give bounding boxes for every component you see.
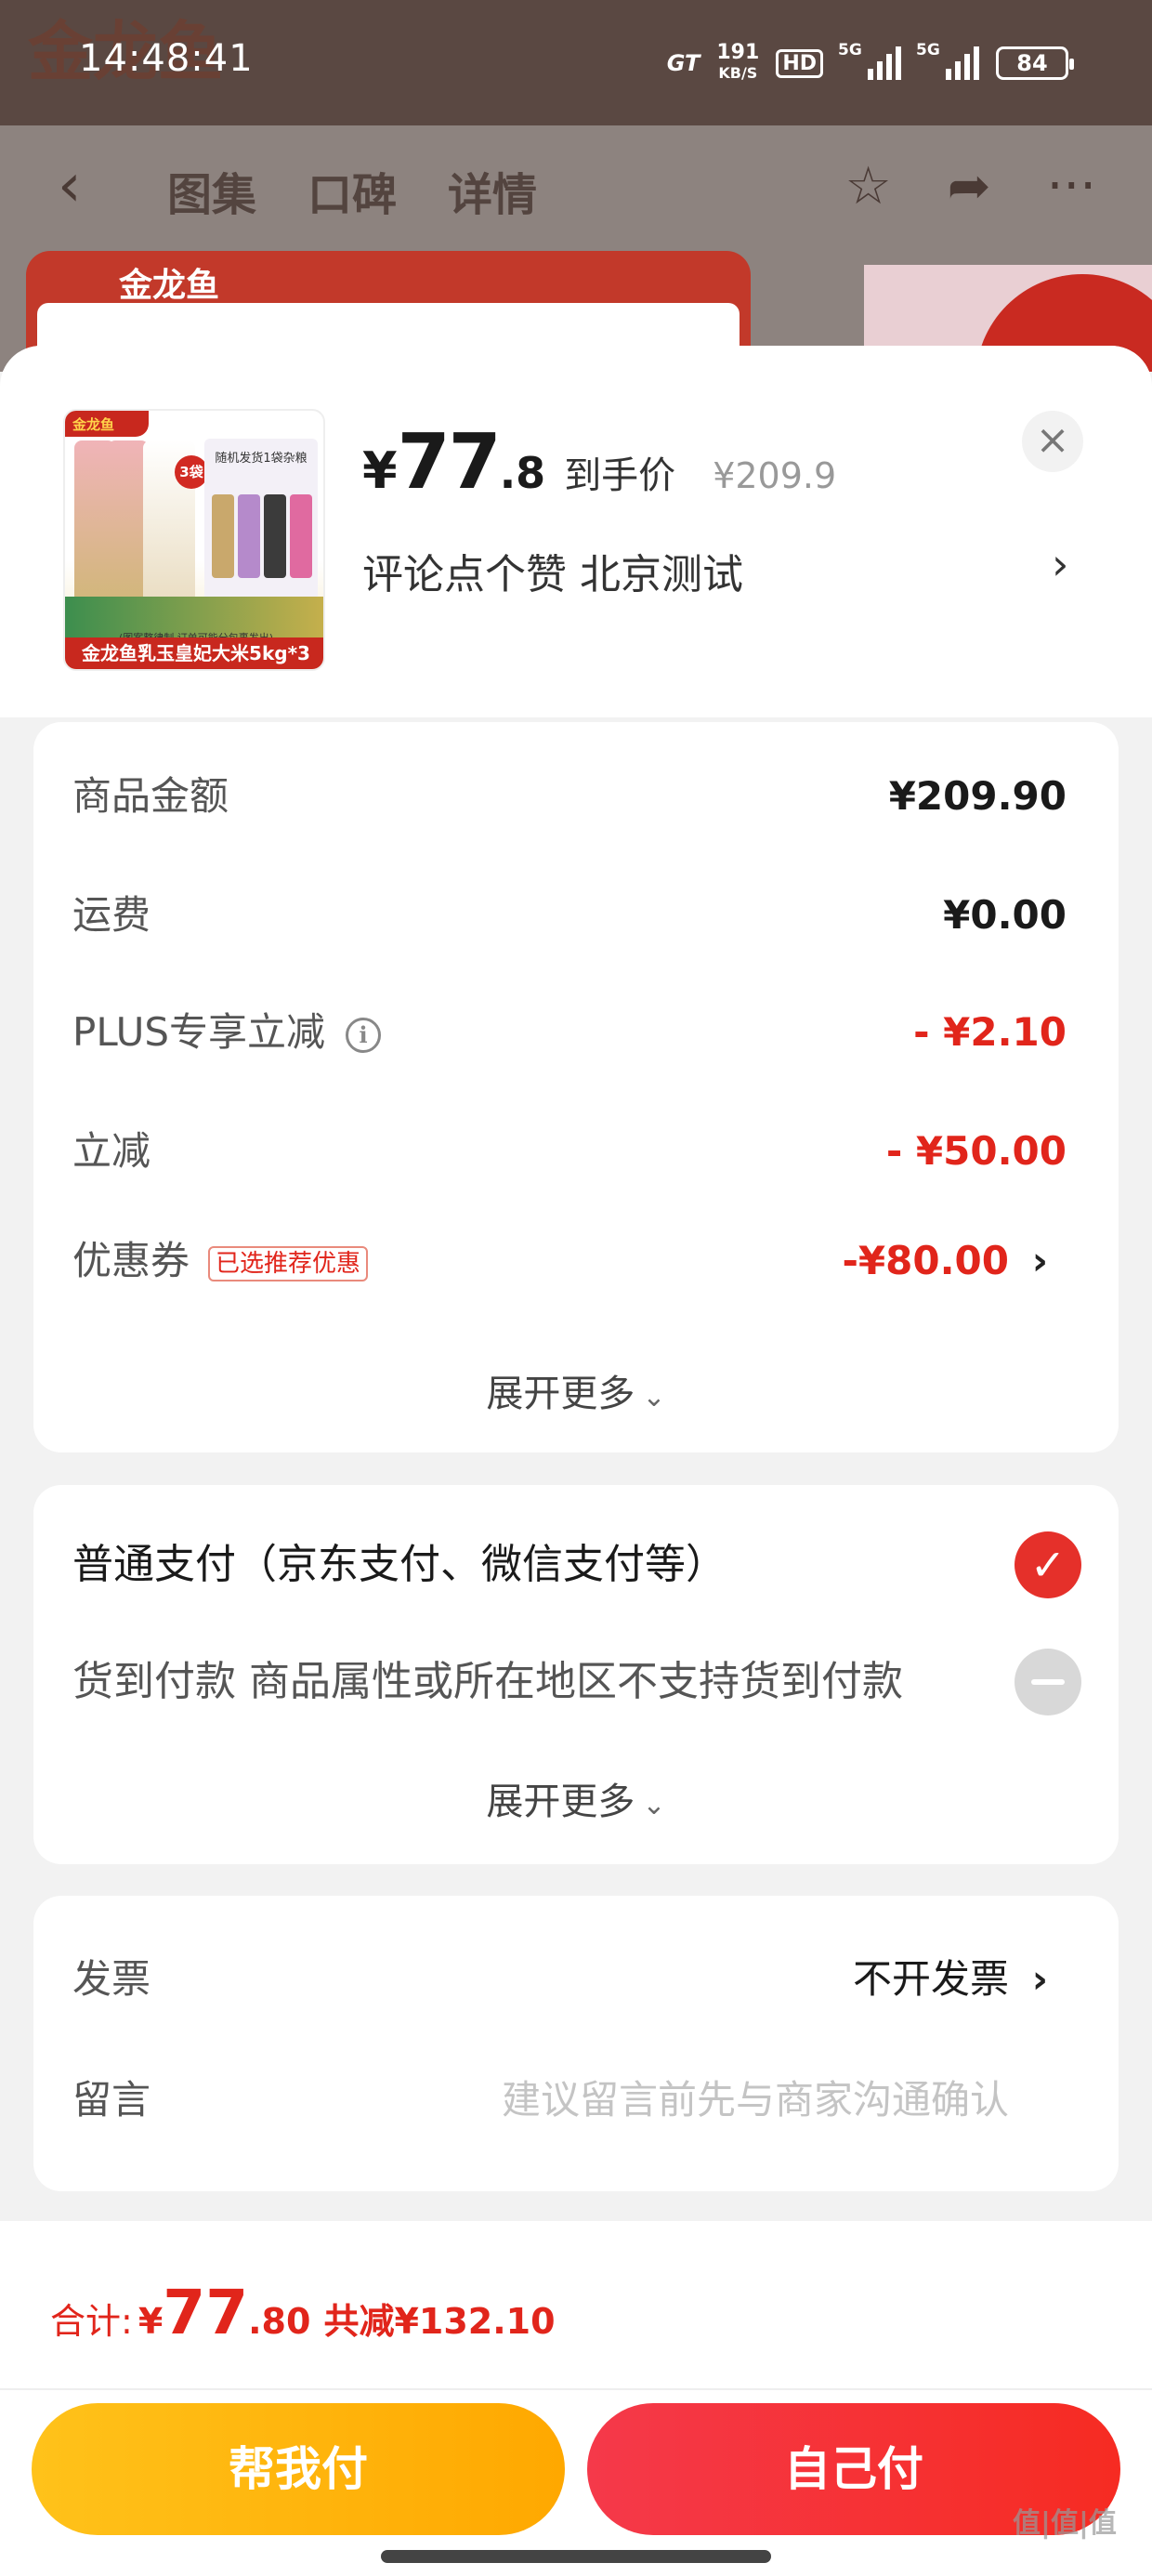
expand-more-fees[interactable]: 展开更多 ⌄ [33, 1363, 1119, 1417]
total-symbol: ¥ [137, 2301, 164, 2342]
home-indicator[interactable] [381, 2550, 771, 2563]
total-label: 合计: [50, 2301, 133, 2342]
nav-actions: ☆ ➦ ··· [844, 156, 1096, 217]
signal-1-label: 5G [838, 41, 862, 59]
message-row[interactable]: 留言 建议留言前先与商家沟通确认 [72, 2072, 1067, 2128]
price-symbol: ¥ [362, 441, 398, 500]
order-extras-card: 发票 不开发票 › 留言 建议留言前先与商家沟通确认 [33, 1896, 1119, 2191]
product-thumbnail[interactable]: 金龙鱼 3袋 随机发货1袋杂粮 (图案整律制 订单可能分包裹发出) 金龙鱼乳玉皇… [63, 409, 325, 671]
shipping-row: 运费 ¥0.00 [72, 887, 1067, 943]
close-button[interactable]: × [1022, 411, 1083, 472]
status-icons: GT 191 KB/S HD 5G 5G 84 [666, 41, 1074, 84]
thumb-caption: 金龙鱼乳玉皇妃大米5kg*3 [65, 637, 323, 669]
background-page: 金龙鱼 ‹ 图集 口碑 详情 ☆ ➦ ··· 金龙鱼 14:48:41 GT 1… [0, 0, 1152, 372]
carrier-mark: GT [666, 50, 700, 76]
payment-method-card: 普通支付（京东支付、微信支付等） ✓ 货到付款 商品属性或所在地区不支持货到付款… [33, 1485, 1119, 1864]
order-total: 合计: ¥ 77 .80 共减¥132.10 [50, 2277, 556, 2348]
thumb-brand: 金龙鱼 [65, 411, 149, 437]
info-icon[interactable]: i [346, 1017, 382, 1053]
product-nav-bar: ‹ 图集 口碑 详情 ☆ ➦ ··· [0, 149, 1152, 223]
footer-divider [0, 2388, 1152, 2390]
signal-2-label: 5G [916, 41, 940, 59]
shipping-label: 运费 [72, 892, 151, 938]
price-integer: 77 [397, 418, 502, 506]
instant-discount-value: - ¥50.00 [885, 1128, 1067, 1174]
checkout-sheet: 金龙鱼 3袋 随机发货1袋杂粮 (图案整律制 订单可能分包裹发出) 金龙鱼乳玉皇… [0, 346, 1152, 2576]
network-speed-value: 191 [716, 41, 760, 64]
instant-discount-row: 立减 - ¥50.00 [72, 1124, 1067, 1179]
status-time: 14:48:41 [79, 37, 254, 80]
coupon-value: -¥80.00 [842, 1238, 1009, 1283]
cod-payment-option: 货到付款 商品属性或所在地区不支持货到付款 [72, 1658, 903, 1705]
chevron-right-icon: › [1031, 1956, 1048, 2002]
close-icon: × [1035, 416, 1070, 464]
background-product-brand: 金龙鱼 [119, 267, 220, 305]
network-speed-unit: KB/S [718, 64, 758, 82]
thumb-badge: 3袋 [175, 455, 208, 489]
status-bar: 14:48:41 GT 191 KB/S HD 5G 5G 84 [0, 37, 1152, 102]
help-pay-button[interactable]: 帮我付 [32, 2403, 565, 2535]
price-breakdown-card: 商品金额 ¥209.90 运费 ¥0.00 PLUS专享立减 i - ¥2.10 … [33, 722, 1119, 1452]
total-saved: 共减¥132.10 [323, 2301, 556, 2342]
checked-icon[interactable]: ✓ [1015, 1531, 1081, 1598]
product-spec[interactable]: 评论点个赞 北京测试 [362, 541, 1087, 600]
coupon-tag: 已选推荐优惠 [208, 1245, 369, 1281]
final-price: ¥ 77 .8 到手价 ¥209.9 [362, 418, 836, 506]
favorite-star-icon[interactable]: ☆ [844, 156, 891, 217]
total-decimal: .80 [248, 2301, 311, 2342]
coupon-row[interactable]: 优惠券 已选推荐优惠 -¥80.00 › [72, 1233, 1067, 1289]
watermark: 值|值|值 [1013, 2507, 1117, 2540]
chevron-right-icon[interactable]: › [1052, 539, 1068, 589]
more-dots-icon[interactable]: ··· [1047, 156, 1096, 217]
plus-discount-label: PLUS专享立减 [72, 1009, 326, 1055]
checkout-footer: 合计: ¥ 77 .80 共减¥132.10 帮我付 自己付 值|值|值 [0, 2221, 1152, 2576]
signal-icon-2: 5G [916, 41, 979, 80]
product-summary: 金龙鱼 3袋 随机发货1袋杂粮 (图案整律制 订单可能分包裹发出) 金龙鱼乳玉皇… [0, 346, 1152, 717]
thumb-box-text: 随机发货1袋杂粮 [215, 452, 308, 466]
battery-icon: 84 [996, 46, 1074, 80]
expand-more-label: 展开更多 [486, 1373, 635, 1415]
tab-details[interactable]: 详情 [448, 158, 537, 223]
plus-discount-value: - ¥2.10 [913, 1009, 1067, 1055]
price-label: 到手价 [564, 454, 676, 497]
goods-amount-row: 商品金额 ¥209.90 [72, 769, 1067, 824]
goods-amount-value: ¥209.90 [888, 773, 1067, 819]
chevron-right-icon: › [1031, 1238, 1048, 1283]
expand-more-label: 展开更多 [486, 1781, 635, 1823]
total-integer: 77 [163, 2277, 249, 2348]
back-arrow-icon[interactable]: ‹ [58, 149, 82, 223]
message-label: 留言 [72, 2077, 151, 2123]
disabled-icon [1015, 1649, 1081, 1715]
share-icon[interactable]: ➦ [948, 156, 991, 217]
price-decimal: .8 [499, 448, 546, 498]
invoice-row[interactable]: 发票 不开发票 › [72, 1952, 1067, 2007]
original-price: ¥209.9 [713, 455, 837, 496]
product-tabs: 图集 口碑 详情 [167, 158, 537, 223]
chevron-down-icon: ⌄ [642, 1789, 666, 1821]
instant-discount-label: 立减 [72, 1128, 151, 1174]
signal-icon-1: 5G [838, 41, 901, 80]
network-speed: 191 KB/S [716, 43, 759, 84]
invoice-value: 不开发票 [852, 1956, 1009, 2002]
chevron-down-icon: ⌄ [642, 1381, 666, 1413]
tab-gallery[interactable]: 图集 [167, 158, 256, 223]
message-input[interactable]: 建议留言前先与商家沟通确认 [502, 2072, 1009, 2128]
tab-reviews[interactable]: 口碑 [308, 158, 397, 223]
normal-payment-option[interactable]: 普通支付（京东支付、微信支付等） [72, 1537, 727, 1593]
goods-amount-label: 商品金额 [72, 773, 229, 819]
invoice-label: 发票 [72, 1956, 151, 2002]
shipping-value: ¥0.00 [943, 892, 1067, 938]
plus-discount-row: PLUS专享立减 i - ¥2.10 [72, 1005, 1067, 1060]
expand-more-payment[interactable]: 展开更多 ⌄ [33, 1771, 1119, 1825]
coupon-label: 优惠券 [72, 1238, 190, 1283]
hd-voice-icon: HD [776, 48, 823, 78]
